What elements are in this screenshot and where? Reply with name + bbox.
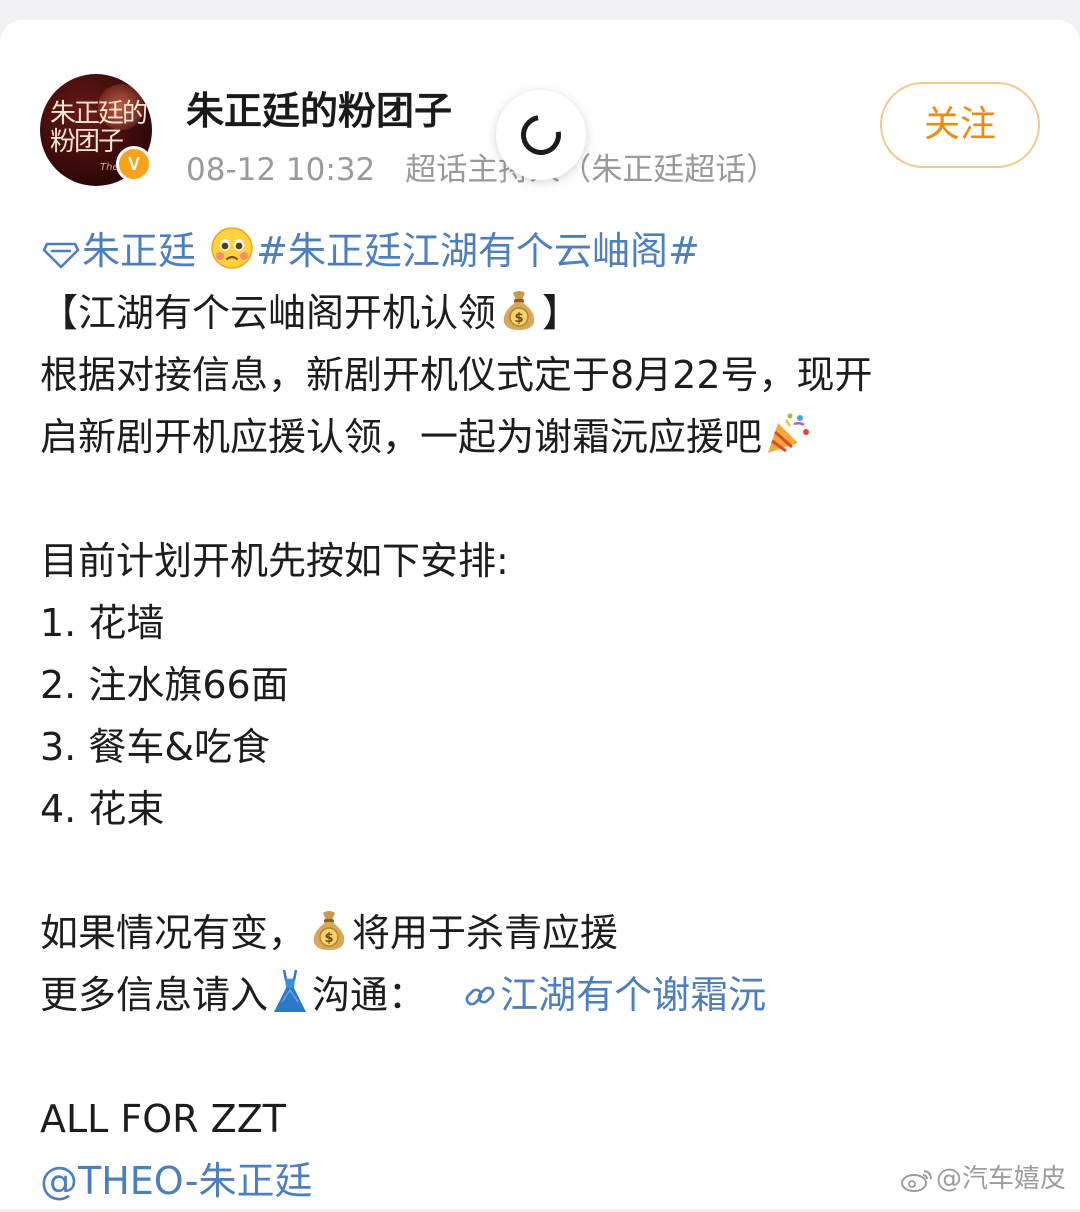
super-topic-link[interactable]: 朱正廷 xyxy=(40,229,208,273)
link-icon xyxy=(465,986,495,1006)
mention-line: @THEO-朱正廷 xyxy=(40,1150,1040,1212)
watermark-text: @汽车嬉皮 xyxy=(935,1164,1066,1194)
super-topic-label: 朱正廷 xyxy=(82,229,197,273)
dress-emoji xyxy=(274,969,307,1012)
verified-badge-icon: V xyxy=(116,146,152,182)
follow-button[interactable]: 关注 xyxy=(880,82,1040,168)
paragraph-line: 根据对接信息，新剧开机仪式定于8月22号，现开 xyxy=(40,353,873,397)
list-item: 2. 注水旗66面 xyxy=(40,663,289,707)
loading-spinner-icon xyxy=(496,90,586,180)
change-note: 如果情况有变， $ 将用于杀青应援 xyxy=(40,902,1040,964)
post-title: 【江湖有个云岫阁开机认领 $ 】 xyxy=(40,282,1040,344)
contact-line: 更多信息请入 沟通： 江湖有个谢霜沅 xyxy=(40,964,1040,1026)
tag-line: 朱正廷 #朱正廷江湖有个云岫阁# xyxy=(40,220,1040,282)
group-link-label: 江湖有个谢霜沅 xyxy=(500,973,767,1017)
svg-text:$: $ xyxy=(324,931,333,946)
post-card: 朱正廷的粉团子 Theo V 朱正廷的粉团子 08-12 10:32 超话主持人（… xyxy=(0,20,1080,1209)
list-item: 4. 花束 xyxy=(40,787,165,831)
post-meta: 08-12 10:32 超话主持人（朱正廷超话） xyxy=(186,144,777,189)
post-time: 08-12 10:32 xyxy=(186,152,376,188)
mention-link[interactable]: @THEO-朱正廷 xyxy=(40,1159,312,1203)
weibo-watermark: @汽车嬉皮 xyxy=(898,1158,1066,1195)
post-source[interactable]: 超话主持人（朱正廷超话） xyxy=(405,152,777,188)
money-bag-emoji: $ xyxy=(503,291,535,330)
author-name[interactable]: 朱正廷的粉团子 xyxy=(186,80,452,135)
svg-text:$: $ xyxy=(514,311,523,326)
weibo-logo-icon xyxy=(900,1170,932,1192)
topic-hashtag-link[interactable]: #朱正廷江湖有个云岫阁# xyxy=(256,229,700,273)
plan-heading: 目前计划开机先按如下安排: xyxy=(40,539,509,583)
slogan: ALL FOR ZZT xyxy=(40,1097,286,1141)
group-link[interactable]: 江湖有个谢霜沅 xyxy=(448,973,766,1017)
pleading-face-emoji xyxy=(211,227,253,269)
party-popper-emoji xyxy=(768,413,810,453)
diamond-icon xyxy=(42,242,80,269)
paragraph-line: 启新剧开机应援认领，一起为谢霜沅应援吧 xyxy=(40,406,1040,468)
post-content: 朱正廷 #朱正廷江湖有个云岫阁# 【江湖有个云岫阁开机认领 $ 】 根据对接信息… xyxy=(40,220,1040,1212)
list-item: 1. 花墙 xyxy=(40,601,165,645)
list-item: 3. 餐车&吃食 xyxy=(40,725,270,769)
money-bag-emoji: $ xyxy=(313,911,345,950)
